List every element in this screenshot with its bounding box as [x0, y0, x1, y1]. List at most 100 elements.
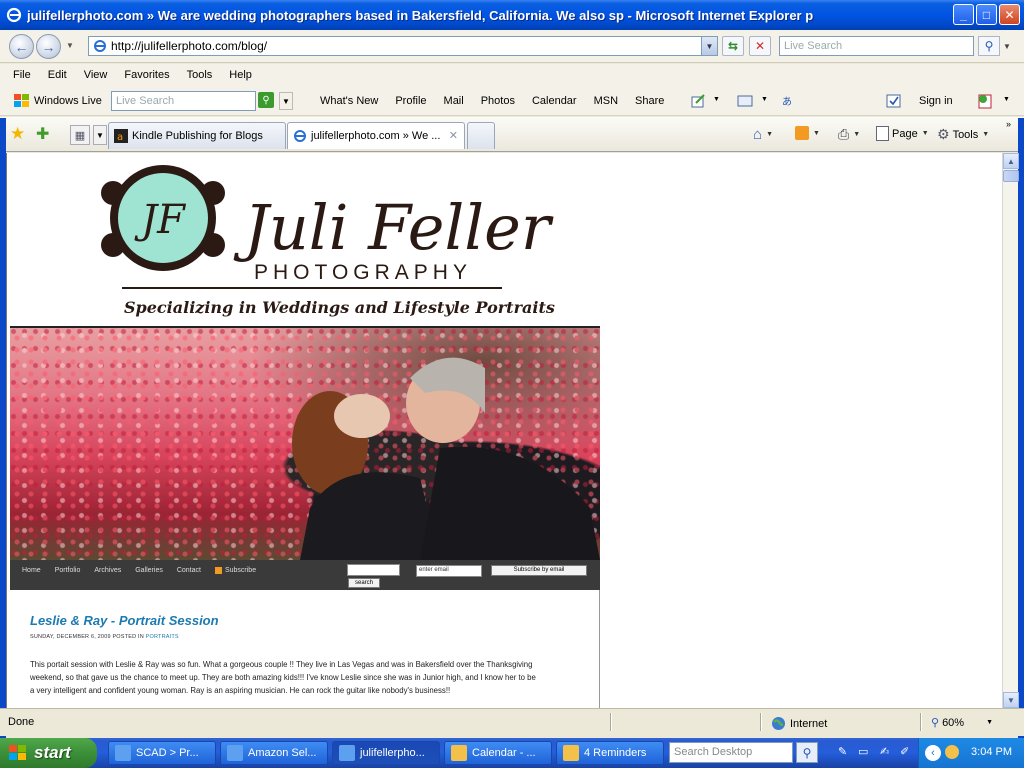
stop-button[interactable]: ✕ [749, 36, 771, 56]
live-search-input[interactable]: Live Search [779, 36, 974, 56]
desktop-search-input[interactable]: Search Desktop [669, 742, 793, 763]
zoom-level: 60% [942, 716, 965, 729]
post-title[interactable]: Leslie & Ray - Portrait Session [30, 613, 219, 628]
tab-close-icon[interactable]: ✕ [449, 129, 458, 142]
tab-kindle-publishing[interactable]: a Kindle Publishing for Blogs [108, 122, 286, 149]
sign-in-link[interactable]: Sign in [919, 95, 953, 107]
nav-portfolio[interactable]: Portfolio [55, 567, 81, 574]
taskbar-button-amazon[interactable]: Amazon Sel... [220, 741, 328, 765]
tab-bar: ★ ✚ ▦ ▼ a Kindle Publishing for Blogs ju… [0, 117, 1024, 152]
feeds-button[interactable]: ▼ [795, 126, 820, 140]
page-menu-button[interactable]: Page ▼ [876, 126, 929, 141]
taskbar-button-scad[interactable]: SCAD > Pr... [108, 741, 216, 765]
menu-edit[interactable]: Edit [48, 69, 67, 81]
favorites-star-icon[interactable]: ★ [10, 124, 25, 144]
nav-contact[interactable]: Contact [177, 567, 201, 574]
quick-tabs-icon[interactable]: ▦ [70, 125, 90, 145]
windows-live-search-go-icon[interactable]: ⚲ [258, 92, 274, 108]
new-tab-button[interactable] [467, 122, 495, 149]
print-button[interactable]: ⎙ ▼ [838, 126, 860, 143]
recent-pages-dropdown-icon[interactable]: ▼ [66, 41, 74, 50]
site-search-input[interactable] [347, 564, 400, 576]
ie-page-favicon-icon [294, 130, 306, 142]
live-link-mail[interactable]: Mail [444, 95, 464, 107]
windows-live-label[interactable]: Windows Live [34, 95, 102, 107]
toolbar-overflow-chevron-icon[interactable]: » [1006, 119, 1011, 129]
post-meta: SUNDAY, DECEMBER 6, 2009 POSTED IN PORTR… [30, 634, 179, 640]
add-favorite-icon[interactable]: ✚ [36, 124, 49, 144]
home-button[interactable]: ⌂ ▼ [753, 126, 773, 143]
logo-monogram: JF [134, 197, 186, 243]
scroll-up-arrow-icon[interactable]: ▲ [1003, 153, 1019, 169]
search-icon[interactable]: ⚲ [978, 36, 1000, 56]
messenger-pdf-icon[interactable] [976, 93, 996, 109]
display-icon[interactable]: ▭ [858, 745, 874, 761]
email-subscribe-input[interactable]: enter email [416, 565, 482, 577]
desktop-search-icon[interactable]: ⚲ [796, 742, 818, 763]
live-link-whats-new[interactable]: What's New [320, 95, 378, 107]
taskbar-button-calendar[interactable]: Calendar - ... [444, 741, 552, 765]
refresh-button[interactable]: ⇆ [722, 36, 744, 56]
tab-julifellerphoto[interactable]: julifellerphoto.com » We ... ✕ [287, 122, 465, 149]
nav-subscribe[interactable]: Subscribe [214, 567, 270, 574]
scrollbar-thumb[interactable] [1003, 170, 1019, 182]
address-dropdown-icon[interactable]: ▼ [701, 37, 717, 55]
globe-icon [772, 717, 785, 730]
menu-favorites[interactable]: Favorites [124, 69, 169, 81]
pen-tool-icon[interactable]: ✎ [838, 745, 854, 761]
tools-menu-button[interactable]: ⚙ Tools ▼ [937, 126, 989, 143]
menu-view[interactable]: View [84, 69, 108, 81]
sign-in-checkbox-icon[interactable] [886, 93, 902, 109]
post-category-link[interactable]: PORTRAITS [146, 634, 179, 640]
window-options-dropdown-icon[interactable]: ▼ [761, 96, 768, 103]
system-tray: ‹ 3:04 PM [918, 738, 1024, 768]
windows-live-search-input[interactable]: Live Search [111, 91, 256, 111]
maximize-button[interactable]: □ [976, 4, 997, 25]
close-button[interactable]: ✕ [999, 4, 1020, 25]
site-logo[interactable]: JF Juli Feller PHOTOGRAPHY Specializing … [10, 153, 600, 327]
windows-live-search-dropdown-icon[interactable]: ▼ [279, 92, 293, 110]
live-link-profile[interactable]: Profile [395, 95, 426, 107]
menu-tools[interactable]: Tools [187, 69, 213, 81]
address-bar[interactable]: http://julifellerphoto.com/blog/ ▼ [88, 36, 718, 56]
tray-messenger-icon[interactable] [945, 745, 959, 759]
forward-button[interactable]: → [36, 34, 61, 59]
back-button[interactable]: ← [9, 34, 34, 59]
blog-it-dropdown-icon[interactable]: ▼ [713, 96, 720, 103]
nav-archives[interactable]: Archives [94, 567, 121, 574]
security-zone[interactable]: Internet [771, 716, 827, 731]
translate-icon[interactable]: あ [781, 93, 797, 109]
live-link-calendar[interactable]: Calendar [532, 95, 577, 107]
live-link-msn[interactable]: MSN [594, 95, 618, 107]
minimize-button[interactable]: _ [953, 4, 974, 25]
nav-home[interactable]: Home [22, 567, 41, 574]
blog-page: JF Juli Feller PHOTOGRAPHY Specializing … [10, 153, 600, 708]
taskbar-button-reminders[interactable]: 4 Reminders [556, 741, 664, 765]
nav-galleries[interactable]: Galleries [135, 567, 163, 574]
live-link-share[interactable]: Share [635, 95, 664, 107]
blog-it-icon[interactable] [690, 93, 706, 109]
vertical-scrollbar[interactable]: ▲ ▼ [1002, 153, 1019, 708]
scroll-down-arrow-icon[interactable]: ▼ [1003, 692, 1019, 708]
clock[interactable]: 3:04 PM [971, 746, 1012, 758]
gear-icon: ⚙ [937, 126, 950, 142]
tray-back-arrow-icon[interactable]: ‹ [925, 745, 941, 761]
menu-file[interactable]: File [13, 69, 31, 81]
messenger-dropdown-icon[interactable]: ▼ [1003, 96, 1010, 103]
search-options-dropdown-icon[interactable]: ▼ [1003, 42, 1011, 51]
window-options-icon[interactable] [737, 93, 753, 109]
subscribe-email-button[interactable]: Subscribe by email [491, 565, 587, 576]
site-search-button[interactable]: search [348, 578, 380, 588]
ie-icon [115, 745, 131, 761]
window-title-bar[interactable]: julifellerphoto.com » We are wedding pho… [0, 0, 1024, 30]
zoom-control[interactable]: ⚲ 60% ▼ [931, 716, 993, 730]
menu-help[interactable]: Help [229, 69, 252, 81]
tablet-input-icon[interactable]: ✐ [900, 745, 916, 761]
page-viewport[interactable]: JF Juli Feller PHOTOGRAPHY Specializing … [6, 153, 1002, 708]
tab-list-dropdown-icon[interactable]: ▼ [93, 125, 107, 145]
taskbar-button-julifellerphoto[interactable]: julifellerpho... [332, 741, 440, 765]
start-button[interactable]: start [0, 738, 97, 768]
writing-icon[interactable]: ✍ [880, 745, 896, 761]
address-url[interactable]: http://julifellerphoto.com/blog/ [111, 39, 267, 53]
live-link-photos[interactable]: Photos [481, 95, 515, 107]
